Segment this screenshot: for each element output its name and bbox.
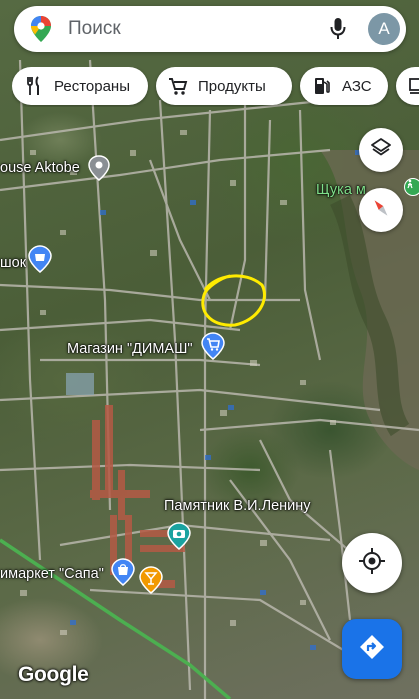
microphone-icon[interactable] xyxy=(328,16,348,42)
place-label-shok[interactable]: шок xyxy=(0,255,26,271)
cart-pin-icon[interactable] xyxy=(201,332,225,360)
coffee-cup-icon xyxy=(408,76,419,96)
compass-button[interactable] xyxy=(359,188,403,232)
cart-icon xyxy=(168,76,188,96)
camera-pin-icon[interactable] xyxy=(167,522,191,550)
place-label-house-aktobe[interactable]: ouse Aktobe xyxy=(0,160,80,176)
chip-label: Продукты xyxy=(198,77,266,95)
place-label-magazin[interactable]: Магазин "ДИМАШ" xyxy=(67,341,193,357)
maps-logo-icon xyxy=(30,15,52,43)
chip-groceries[interactable]: Продукты xyxy=(156,67,292,105)
directions-button[interactable] xyxy=(342,619,402,679)
chip-label: Рестораны xyxy=(54,77,130,95)
place-label-supermarket[interactable]: имаркет "Сапа" xyxy=(0,566,104,582)
chip-label: АЗС xyxy=(342,77,372,95)
chip-cafes[interactable] xyxy=(396,67,419,105)
layers-icon xyxy=(370,137,392,164)
crosshair-icon xyxy=(358,547,386,580)
shopping-pin-icon[interactable] xyxy=(28,245,52,273)
fork-knife-icon xyxy=(24,76,44,96)
layers-button[interactable] xyxy=(359,128,403,172)
shopping-bag-pin-icon[interactable] xyxy=(111,558,135,586)
search-bar[interactable]: Поиск A xyxy=(14,6,406,52)
category-chips: Рестораны Продукты АЗС xyxy=(12,67,419,107)
compass-icon xyxy=(369,196,393,225)
chip-restaurants[interactable]: Рестораны xyxy=(12,67,148,105)
directions-icon xyxy=(358,633,386,666)
hiking-icon[interactable] xyxy=(404,178,419,196)
place-label-shchuka[interactable]: Щука м xyxy=(316,182,366,198)
my-location-button[interactable] xyxy=(342,533,402,593)
gray-pin-icon[interactable] xyxy=(88,155,110,181)
search-input[interactable]: Поиск xyxy=(68,18,328,40)
avatar[interactable]: A xyxy=(368,13,400,45)
bar-pin-icon[interactable] xyxy=(139,566,163,594)
google-logo: Google xyxy=(18,663,89,686)
chip-gas-stations[interactable]: АЗС xyxy=(300,67,388,105)
place-label-pamyatnik[interactable]: Памятник В.И.Ленину xyxy=(164,498,311,514)
gas-pump-icon xyxy=(312,76,332,96)
